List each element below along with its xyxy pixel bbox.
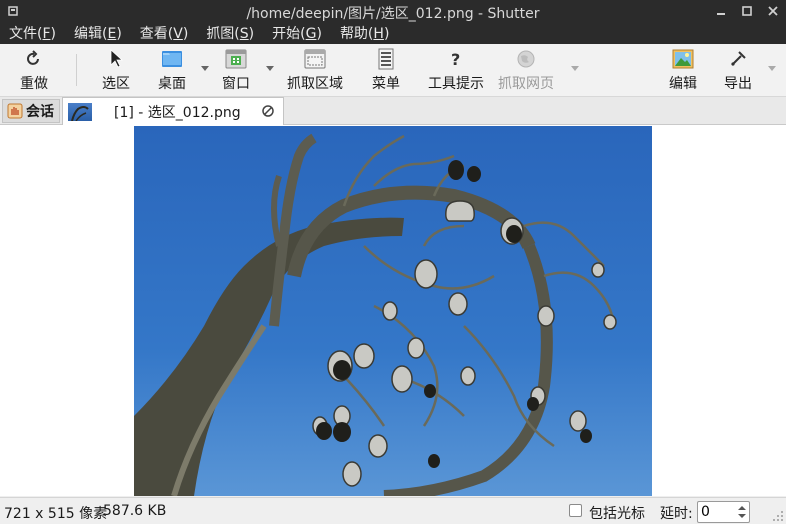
window-dropdown-icon[interactable] [265, 63, 275, 73]
redo-button[interactable]: 重做 [20, 48, 48, 94]
toolbar-separator [76, 54, 77, 86]
maximize-button[interactable] [740, 2, 754, 20]
close-button[interactable] [766, 2, 780, 20]
tab-file-label: [1] - 选区_012.png [114, 104, 241, 121]
spinner-arrows-icon[interactable] [736, 503, 748, 521]
hand-icon [7, 103, 23, 119]
desktop-label: 桌面 [158, 76, 186, 92]
tab-session[interactable]: 会话 [2, 99, 60, 123]
desktop-dropdown-icon[interactable] [200, 63, 210, 73]
close-icon [768, 6, 778, 16]
delay-input[interactable] [701, 503, 735, 521]
status-bar: 721 x 515 像素 587.6 KB 包括光标 延时: [0, 497, 786, 524]
tooltip-button[interactable]: ? 工具提示 [428, 48, 484, 94]
tooltip-label: 工具提示 [428, 76, 484, 92]
menu-icon [378, 48, 394, 70]
menu-capture[interactable]: 抓图(S) [206, 23, 254, 43]
image-edit-icon [672, 49, 694, 69]
resize-grip-icon[interactable] [772, 510, 784, 522]
redo-label: 重做 [20, 76, 48, 92]
tab-session-label: 会话 [26, 104, 54, 120]
menu-bar: 文件(F) 编辑(E) 查看(V) 抓图(S) 开始(G) 帮助(H) [0, 22, 786, 44]
window-label: 窗口 [222, 76, 250, 92]
tab-close-icon[interactable] [261, 104, 275, 118]
help-icon: ? [451, 50, 460, 69]
menu-capture-label: 菜单 [372, 76, 400, 92]
capture-area-icon [304, 49, 326, 69]
menu-help[interactable]: 帮助(H) [340, 23, 389, 43]
menu-view[interactable]: 查看(V) [140, 23, 189, 43]
web-dropdown-icon[interactable] [570, 63, 580, 73]
tab-file[interactable]: [1] - 选区_012.png [62, 97, 284, 125]
export-dropdown-icon[interactable] [767, 63, 777, 73]
image-dimensions: 721 x 515 像素 [4, 506, 108, 522]
include-cursor-label: 包括光标 [589, 506, 645, 522]
web-capture-button[interactable]: 抓取网页 [498, 48, 554, 94]
image-viewport[interactable] [0, 125, 786, 496]
capture-area-button[interactable]: 抓取区域 [287, 48, 343, 94]
tab-strip: 会话 [1] - 选区_012.png [0, 97, 786, 125]
export-icon [731, 51, 746, 66]
cursor-icon [110, 49, 124, 68]
maximize-icon [742, 6, 752, 16]
web-capture-label: 抓取网页 [498, 76, 554, 92]
selection-button[interactable]: 选区 [102, 48, 130, 94]
delay-spinner[interactable] [697, 501, 750, 523]
export-label: 导出 [724, 76, 752, 92]
minimize-button[interactable] [714, 2, 728, 20]
export-button[interactable]: 导出 [724, 48, 752, 94]
svg-text:?: ? [451, 50, 460, 69]
file-size: 587.6 KB [103, 503, 167, 519]
window-icon [225, 49, 247, 69]
delay-label: 延时: [660, 506, 693, 522]
menu-capture-button[interactable]: 菜单 [372, 48, 400, 94]
window-button[interactable]: 窗口 [222, 48, 250, 94]
toolbar: 重做 选区 桌面 窗口 抓取区域 菜单 ? 工具提示 抓取网页 编辑 导出 [0, 44, 786, 97]
desktop-button[interactable]: 桌面 [158, 48, 186, 94]
menu-go[interactable]: 开始(G) [272, 23, 322, 43]
window-title: /home/deepin/图片/选区_012.png - Shutter [246, 6, 540, 22]
screenshot-image [134, 126, 652, 496]
edit-label: 编辑 [669, 76, 697, 92]
globe-icon [517, 50, 535, 68]
menu-edit[interactable]: 编辑(E) [74, 23, 122, 43]
title-bar: /home/deepin/图片/选区_012.png - Shutter [0, 0, 786, 22]
edit-button[interactable]: 编辑 [669, 48, 697, 94]
include-cursor-checkbox[interactable] [569, 504, 582, 517]
file-thumbnail [68, 102, 92, 121]
selection-label: 选区 [102, 76, 130, 92]
menu-file[interactable]: 文件(F) [9, 23, 56, 43]
desktop-icon [162, 51, 182, 67]
redo-icon [27, 50, 39, 65]
minimize-icon [717, 13, 725, 15]
capture-area-label: 抓取区域 [287, 76, 343, 92]
